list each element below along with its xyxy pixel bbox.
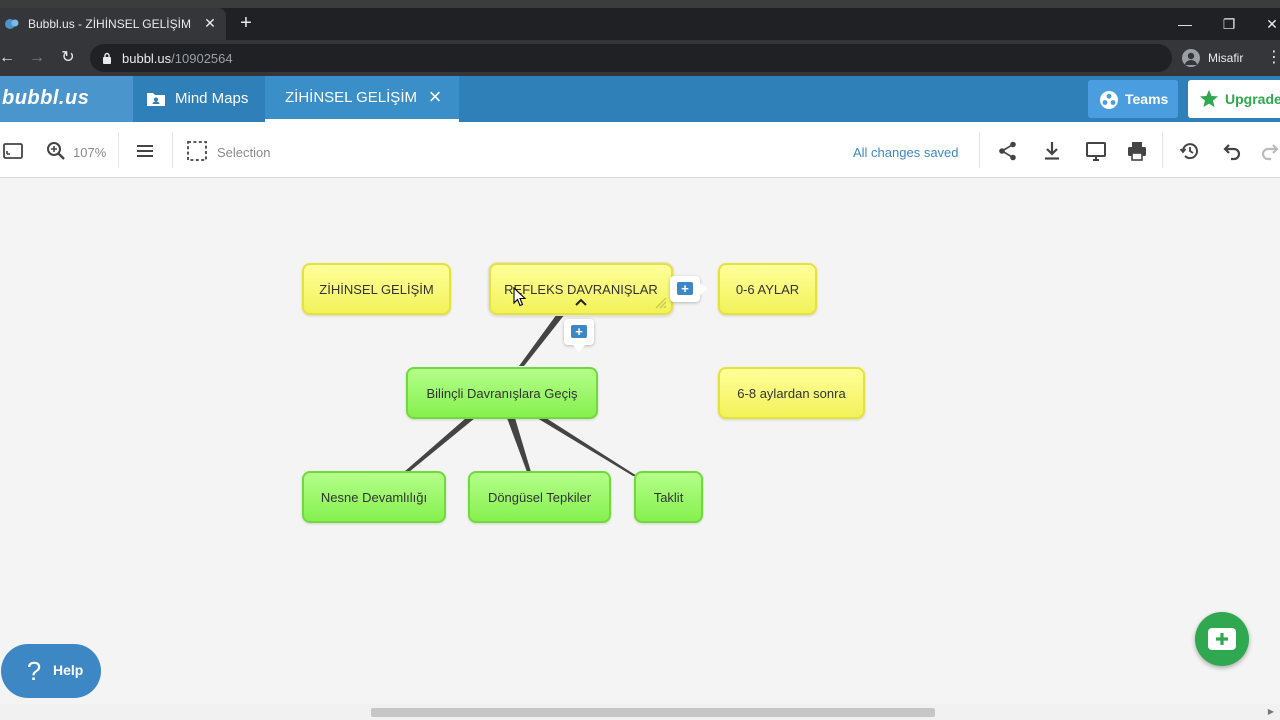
reload-icon[interactable]: ↻ (58, 48, 78, 68)
node-label: ZİHİNSEL GELİŞİM (319, 281, 434, 297)
connector-n2-n4 (519, 314, 565, 366)
address-bar: ← → ↻ bubbl.us/10902564 Misafir ⋮ (0, 40, 1280, 76)
node-nesne-devamliligi[interactable]: Nesne Devamlılığı (302, 471, 446, 523)
close-document-icon[interactable]: × (425, 86, 445, 108)
node-dongusel-tepkiler[interactable]: Döngüsel Tepkiler (468, 471, 611, 523)
back-icon[interactable]: ← (0, 48, 17, 68)
node-label: Bilinçli Davranışlara Geçiş (426, 385, 578, 401)
node-taklit[interactable]: Taklit (634, 471, 703, 523)
plus-icon: + (571, 325, 587, 338)
mindmap-canvas[interactable]: ZİHİNSEL GELİŞİM REFLEKS DAVRANIŞLAR 0-6… (0, 178, 1280, 720)
mouse-cursor-icon (513, 287, 527, 307)
node-label: Nesne Devamlılığı (320, 489, 428, 505)
undo-icon[interactable] (1220, 140, 1242, 162)
profile-avatar-icon (1182, 49, 1200, 67)
profile-name: Misafir (1208, 51, 1244, 65)
connector-n4-n6 (404, 418, 475, 472)
connector-n4-n8 (537, 418, 637, 476)
add-bubble-button[interactable] (1195, 612, 1249, 666)
plus-icon: + (677, 282, 693, 295)
minimize-icon[interactable]: — (1175, 14, 1195, 34)
history-icon[interactable] (1179, 140, 1201, 162)
connector-layer (404, 314, 637, 476)
present-icon[interactable] (1085, 140, 1107, 162)
node-label: 6-8 aylardan sonra (737, 385, 846, 401)
browser-tab-bar: Bubbl.us - ZİHİNSEL GELİŞİM ✕ + — ❐ ✕ (0, 8, 1280, 40)
node-label: Döngüsel Tepkiler (487, 489, 592, 505)
mind-maps-label: Mind Maps (175, 90, 249, 107)
toolbar-divider (1162, 132, 1163, 168)
scroll-right-icon[interactable]: ▶ (1266, 707, 1276, 717)
teams-button[interactable]: Teams (1088, 80, 1178, 118)
restore-icon[interactable]: ❐ (1219, 14, 1239, 34)
print-icon[interactable] (1126, 140, 1148, 162)
node-label: REFLEKS DAVRANIŞLAR (504, 281, 658, 297)
node-label: Taklit (653, 489, 684, 505)
scrollbar-thumb[interactable] (371, 708, 935, 717)
zoom-level[interactable]: 107% (73, 145, 106, 160)
upgrade-button[interactable]: Upgrade (1188, 80, 1280, 118)
profile-button[interactable]: Misafir (1182, 48, 1243, 68)
close-window-icon[interactable]: ✕ (1262, 14, 1280, 34)
add-sibling-handle[interactable]: + (670, 276, 707, 302)
bubbl-logo[interactable]: bubbl.us (0, 76, 133, 122)
url-input[interactable]: bubbl.us/10902564 (90, 44, 1172, 72)
teams-label: Teams (1125, 91, 1169, 107)
bubbl-favicon-icon (5, 19, 19, 29)
window-top-strip (0, 0, 1280, 8)
menu-icon[interactable] (134, 140, 156, 162)
help-label: Help (53, 662, 84, 678)
node-label: 0-6 AYLAR (735, 281, 800, 297)
share-icon[interactable] (997, 140, 1019, 162)
url-path: /10902564 (171, 51, 233, 66)
download-icon[interactable] (1041, 140, 1063, 162)
question-icon: ? (26, 656, 42, 686)
document-tab-label: ZİHİNSEL GELİŞİM (285, 89, 417, 106)
fit-screen-icon[interactable] (2, 140, 24, 162)
add-child-handle[interactable]: + (564, 319, 594, 352)
toolbar-divider (118, 132, 119, 168)
forward-icon[interactable]: → (27, 48, 47, 68)
node-zihinsel-gelisim[interactable]: ZİHİNSEL GELİŞİM (302, 263, 451, 315)
editor-toolbar: 107% Selection All changes saved (0, 122, 1280, 178)
document-tab[interactable]: ZİHİNSEL GELİŞİM × (265, 76, 459, 122)
horizontal-scrollbar[interactable]: ▶ (0, 704, 1280, 720)
toolbar-divider (979, 132, 980, 168)
node-6-8-aylardan-sonra[interactable]: 6-8 aylardan sonra (718, 367, 865, 419)
close-tab-icon[interactable]: ✕ (202, 15, 218, 31)
save-status: All changes saved (853, 145, 959, 160)
node-bilincli-davranislara-gecis[interactable]: Bilinçli Davranışlara Geçiş (406, 367, 598, 419)
zoom-icon[interactable] (45, 140, 67, 162)
url-host: bubbl.us (122, 51, 172, 66)
new-tab-icon[interactable]: + (236, 13, 256, 33)
url-text: bubbl.us/10902564 (122, 51, 233, 66)
toolbar-divider (172, 132, 173, 168)
add-bubble-icon (1208, 628, 1236, 650)
node-0-6-aylar[interactable]: 0-6 AYLAR (718, 263, 817, 315)
browser-menu-icon[interactable]: ⋮ (1266, 48, 1280, 68)
help-button[interactable]: ? Help (1, 644, 101, 698)
mind-maps-nav[interactable]: Mind Maps (133, 76, 265, 122)
logo-text: bubbl.us (2, 87, 90, 109)
star-icon (1200, 90, 1218, 107)
browser-tab[interactable]: Bubbl.us - ZİHİNSEL GELİŞİM ✕ (0, 8, 226, 40)
selection-icon[interactable] (186, 140, 208, 162)
redo-icon[interactable] (1260, 140, 1280, 162)
resize-grip-icon[interactable] (653, 295, 667, 309)
selection-label[interactable]: Selection (217, 145, 270, 160)
collapse-caret-icon[interactable] (575, 297, 587, 307)
upgrade-label: Upgrade (1225, 91, 1280, 107)
teams-icon (1100, 91, 1118, 109)
app-header: bubbl.us Mind Maps ZİHİNSEL GELİŞİM × Te… (0, 76, 1280, 122)
lock-icon (103, 52, 111, 64)
connector-n4-n7 (507, 418, 531, 472)
browser-tab-title: Bubbl.us - ZİHİNSEL GELİŞİM (28, 17, 191, 31)
folder-user-icon (147, 93, 165, 106)
